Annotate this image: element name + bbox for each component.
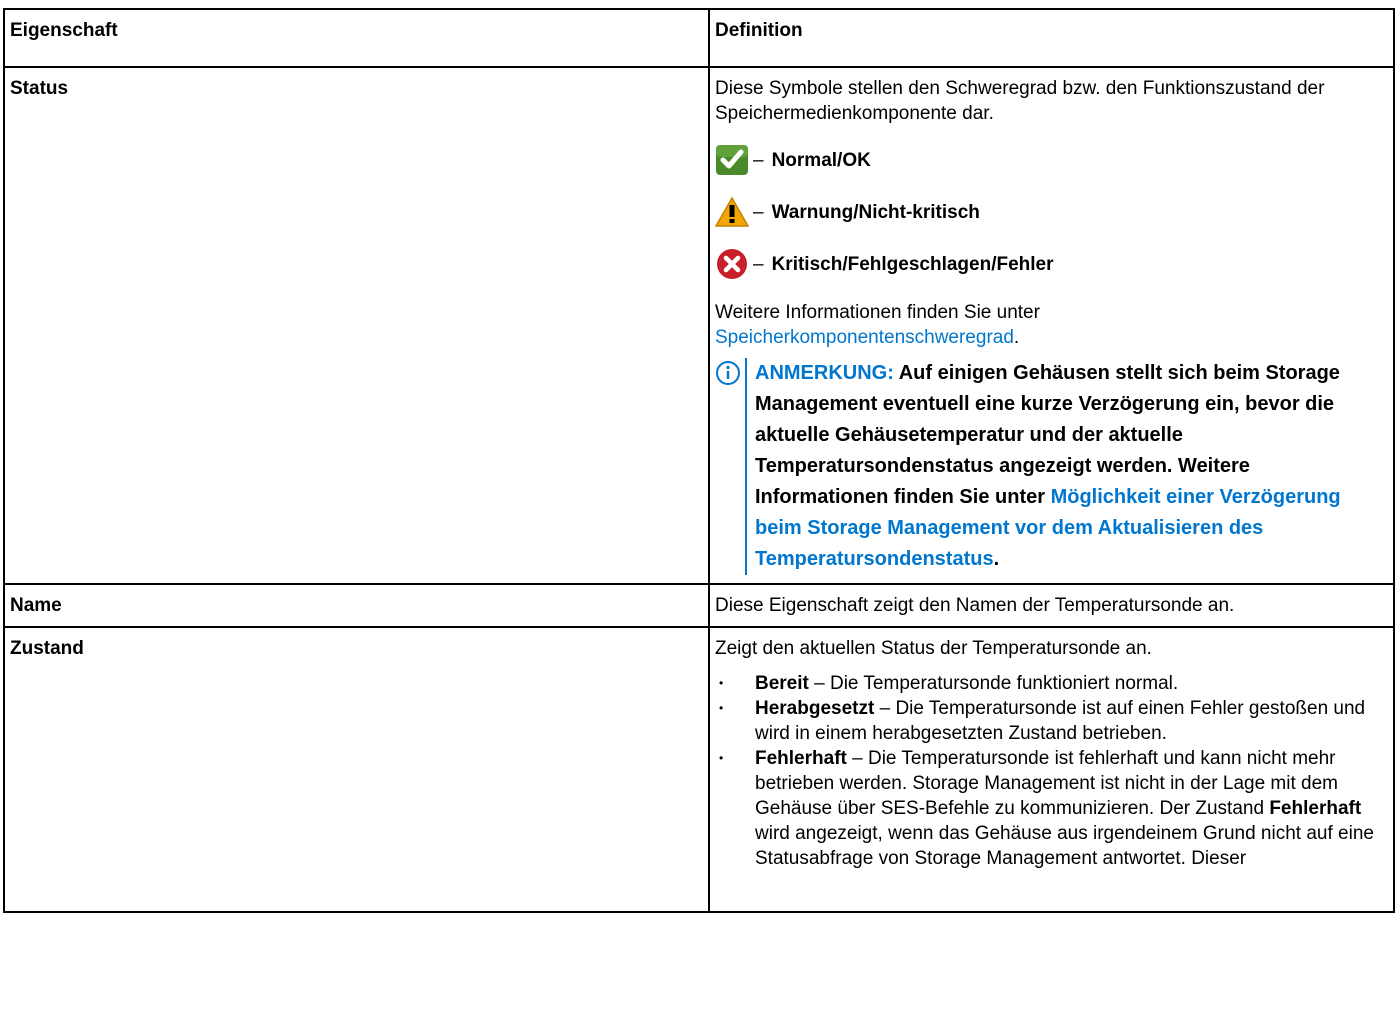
state-text-continued: wird angezeigt, wenn das Gehäuse aus irg… — [755, 823, 1374, 869]
check-icon — [715, 144, 749, 176]
definition-name: Diese Eigenschaft zeigt den Namen der Te… — [708, 583, 1395, 628]
property-name-name: Name — [3, 583, 710, 628]
zustand-intro: Zeigt den aktuellen Status der Temperatu… — [715, 638, 1152, 659]
info-icon — [715, 358, 745, 575]
state-text: – Die Temperatursonde funktioniert norma… — [808, 673, 1179, 694]
header-definition: Definition — [708, 8, 1395, 68]
status-item-ok: – Normal/OK — [715, 144, 1388, 176]
status-intro: Diese Symbole stellen den Schweregrad bz… — [715, 78, 1325, 124]
header-eigenschaft: Eigenschaft — [3, 8, 710, 68]
dash: – — [753, 149, 764, 171]
property-name-status: Status — [3, 66, 710, 585]
table-row-name: Name Diese Eigenschaft zeigt den Namen d… — [3, 583, 1395, 628]
more-info-prefix: Weitere Informationen finden Sie unter — [715, 302, 1040, 323]
table-row-status: Status Diese Symbole stellen den Schwere… — [3, 66, 1395, 585]
status-label-error: Kritisch/Fehlgeschlagen/Fehler — [771, 253, 1054, 275]
definition-status: Diese Symbole stellen den Schweregrad bz… — [708, 66, 1395, 585]
status-item-error: – Kritisch/Fehlgeschlagen/Fehler — [715, 248, 1388, 280]
note-label: ANMERKUNG: — [755, 362, 894, 384]
state-term: Herabgesetzt — [755, 698, 875, 719]
list-item: Bereit – Die Temperatursonde funktionier… — [715, 671, 1388, 696]
dash: – — [753, 201, 764, 223]
table-row-zustand: Zustand Zeigt den aktuellen Status der T… — [3, 626, 1395, 913]
property-name-zustand: Zustand — [3, 626, 710, 913]
state-term: Fehlerhaft — [755, 748, 847, 769]
note-suffix: . — [993, 548, 1000, 570]
error-icon — [715, 248, 749, 280]
dash: – — [753, 253, 764, 275]
properties-table: Eigenschaft Definition Status Diese Symb… — [3, 8, 1395, 913]
more-info-suffix: . — [1013, 327, 1020, 348]
state-term: Bereit — [755, 673, 809, 694]
note-box: ANMERKUNG: Auf einigen Gehäusen stellt s… — [715, 358, 1388, 575]
warning-icon — [715, 196, 749, 228]
more-info: Weitere Informationen finden Sie unter S… — [715, 300, 1388, 350]
status-item-warning: – Warnung/Nicht-kritisch — [715, 196, 1388, 228]
status-label-ok: Normal/OK — [771, 149, 871, 171]
state-list: Bereit – Die Temperatursonde funktionier… — [715, 671, 1388, 871]
definition-zustand: Zeigt den aktuellen Status der Temperatu… — [708, 626, 1395, 913]
note-text: ANMERKUNG: Auf einigen Gehäusen stellt s… — [745, 358, 1388, 575]
table-header-row: Eigenschaft Definition — [3, 8, 1395, 68]
status-label-warning: Warnung/Nicht-kritisch — [771, 201, 980, 223]
severity-link[interactable]: Speicherkomponentenschweregrad — [715, 327, 1014, 348]
list-item: Herabgesetzt – Die Temperatursonde ist a… — [715, 696, 1388, 746]
list-item: Fehlerhaft – Die Temperatursonde ist feh… — [715, 746, 1388, 871]
state-term-inline: Fehlerhaft — [1269, 798, 1362, 819]
